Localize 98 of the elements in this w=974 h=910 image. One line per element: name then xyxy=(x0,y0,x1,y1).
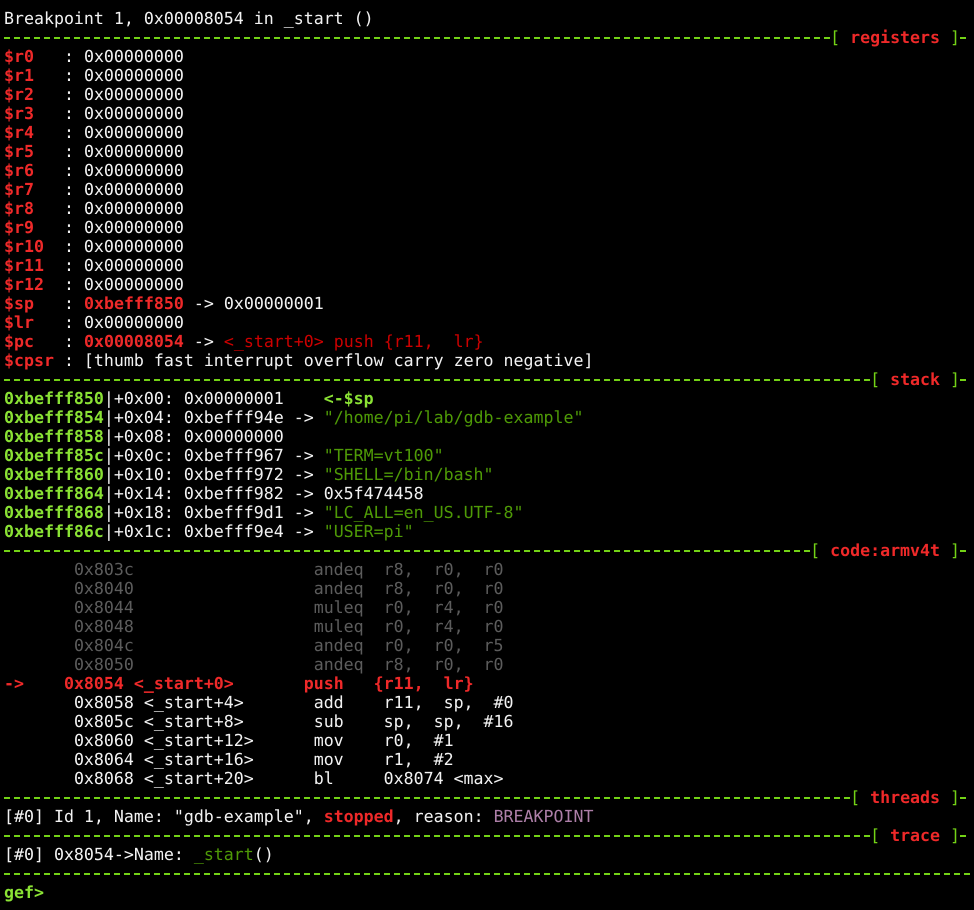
register-name: $r10 xyxy=(4,237,44,256)
disassembly-line: 0x8064 <_start+16> mov r1, #2 xyxy=(74,750,454,769)
register-name: $r5 xyxy=(4,142,34,161)
register-name: $cpsr xyxy=(4,351,54,370)
register-name: $r6 xyxy=(4,161,34,180)
register-name: $r1 xyxy=(4,66,34,85)
output-text: : 0x00000000 xyxy=(64,85,184,104)
string-value: "SHELL=/bin/bash" xyxy=(324,465,494,484)
output-text: |+0x04: 0xbefff94e -> xyxy=(104,408,314,427)
output-text: : 0x00000000 xyxy=(64,275,184,294)
output-text: : 0x00000000 xyxy=(64,104,184,123)
register-name: $r9 xyxy=(4,218,34,237)
output-text: : 0x00000000 xyxy=(64,142,184,161)
stack-address: 0xbefff86c xyxy=(4,522,104,541)
thread-state: stopped xyxy=(324,807,394,826)
disassembly-line: 0x805c <_start+8> sub sp, sp, #16 xyxy=(74,712,514,731)
string-value: "LC_ALL=en_US.UTF-8" xyxy=(324,503,524,522)
output-text: : 0x00000000 xyxy=(64,237,184,256)
register-value: 0x00008054 xyxy=(84,332,184,351)
stack-address: 0xbefff850 xyxy=(4,389,104,408)
section-bracket: [ xyxy=(810,541,820,560)
register-name: $r2 xyxy=(4,85,34,104)
section-title: registers xyxy=(850,28,940,47)
output-text: : xyxy=(64,332,74,351)
register-name: $pc xyxy=(4,332,34,351)
output-text: |+0x00: 0x00000001 xyxy=(104,389,284,408)
command-prompt: gef> xyxy=(4,883,44,902)
output-text: Breakpoint 1, 0x00008054 in _start () xyxy=(4,9,374,28)
stop-reason: BREAKPOINT xyxy=(494,807,594,826)
disassembly-line: 0x8058 <_start+4> add r11, sp, #0 xyxy=(74,693,514,712)
output-text: : 0x00000000 xyxy=(64,180,184,199)
register-name: $r11 xyxy=(4,256,44,275)
output-text: [#0] 0x8054->Name: xyxy=(4,845,184,864)
stack-pointer-marker: <-$sp xyxy=(324,389,374,408)
register-name: $lr xyxy=(4,313,34,332)
stack-address: 0xbefff85c xyxy=(4,446,104,465)
output-text: |+0x1c: 0xbefff9e4 -> xyxy=(104,522,314,541)
current-instruction: 0x8054 <_start+0> push {r11, lr} xyxy=(64,674,474,693)
instruction-text: <_start+0> push {r11, lr} xyxy=(224,332,484,351)
output-text: : [thumb fast interrupt overflow carry zero negative] xyxy=(64,351,594,370)
output-text: : 0x00000000 xyxy=(64,47,184,66)
output-text: : xyxy=(64,294,74,313)
section-bracket: ] xyxy=(950,788,960,807)
output-text: : 0x00000000 xyxy=(64,313,184,332)
output-text: |+0x18: 0xbefff9d1 -> xyxy=(104,503,314,522)
section-title: code:armv4t xyxy=(830,541,940,560)
output-text: , reason: xyxy=(394,807,484,826)
disassembly-line: 0x8044 muleq r0, r4, r0 xyxy=(74,598,504,617)
register-name: $r3 xyxy=(4,104,34,123)
register-value: 0xbefff850 xyxy=(84,294,184,313)
section-title: trace xyxy=(890,826,940,845)
output-text: : 0x00000000 xyxy=(64,123,184,142)
disassembly-line: 0x8068 <_start+20> bl 0x8074 <max> xyxy=(74,769,504,788)
disassembly-line: 0x803c andeq r8, r0, r0 xyxy=(74,560,504,579)
section-bracket: ] xyxy=(950,541,960,560)
disassembly-line: 0x8040 andeq r8, r0, r0 xyxy=(74,579,504,598)
string-value: "/home/pi/lab/gdb-example" xyxy=(324,408,584,427)
stack-address: 0xbefff854 xyxy=(4,408,104,427)
section-bracket: [ xyxy=(850,788,860,807)
stack-address: 0xbefff858 xyxy=(4,427,104,446)
section-bracket: ] xyxy=(950,28,960,47)
register-name: $r12 xyxy=(4,275,44,294)
section-title: stack xyxy=(890,370,940,389)
output-text: : 0x00000000 xyxy=(64,199,184,218)
stack-address: 0xbefff864 xyxy=(4,484,104,503)
register-name: $r4 xyxy=(4,123,34,142)
output-text: : 0x00000000 xyxy=(64,218,184,237)
register-name: $r7 xyxy=(4,180,34,199)
stack-address: 0xbefff860 xyxy=(4,465,104,484)
output-text: -> xyxy=(194,332,214,351)
string-value: "USER=pi" xyxy=(324,522,414,541)
disassembly-line: 0x804c andeq r0, r0, r5 xyxy=(74,636,504,655)
output-text: |+0x0c: 0xbefff967 -> xyxy=(104,446,314,465)
string-value: "TERM=vt100" xyxy=(324,446,444,465)
section-bracket: [ xyxy=(830,28,840,47)
output-text: -> 0x00000001 xyxy=(194,294,324,313)
output-text: : 0x00000000 xyxy=(64,66,184,85)
section-bracket: ] xyxy=(950,826,960,845)
output-text: : 0x00000000 xyxy=(64,161,184,180)
disassembly-line: 0x8048 muleq r0, r4, r0 xyxy=(74,617,504,636)
current-line-marker: -> xyxy=(4,674,24,693)
output-text: : 0x00000000 xyxy=(64,256,184,275)
disassembly-line: 0x8060 <_start+12> mov r0, #1 xyxy=(74,731,454,750)
output-text: [#0] Id 1, Name: "gdb-example", xyxy=(4,807,314,826)
register-name: $r0 xyxy=(4,47,34,66)
output-text: |+0x10: 0xbefff972 -> xyxy=(104,465,314,484)
section-bracket: [ xyxy=(870,370,880,389)
stack-address: 0xbefff868 xyxy=(4,503,104,522)
section-title: threads xyxy=(870,788,940,807)
output-text: () xyxy=(254,845,274,864)
register-name: $sp xyxy=(4,294,34,313)
disassembly-line: 0x8050 andeq r8, r0, r0 xyxy=(74,655,504,674)
output-text: |+0x14: 0xbefff982 -> 0x5f474458 xyxy=(104,484,424,503)
output-text: |+0x08: 0x00000000 xyxy=(104,427,284,446)
function-name: _start xyxy=(194,845,254,864)
section-bracket: ] xyxy=(950,370,960,389)
section-bracket: [ xyxy=(870,826,880,845)
register-name: $r8 xyxy=(4,199,34,218)
